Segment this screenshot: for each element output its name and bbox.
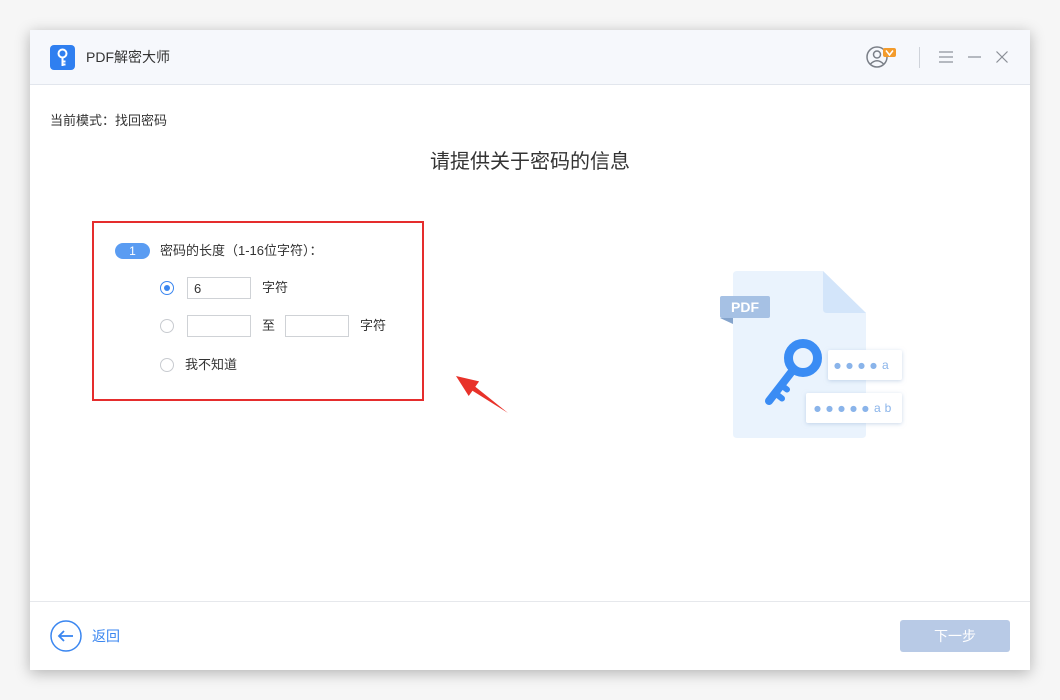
next-button[interactable]: 下一步	[900, 620, 1010, 652]
password-hint-chars: a	[882, 358, 889, 372]
app-title: PDF解密大师	[86, 49, 170, 65]
password-hint-chars: ab	[874, 401, 895, 415]
title-bar: PDF解密大师	[30, 30, 1030, 85]
annotation-arrow	[456, 376, 508, 413]
arrow-left-icon[interactable]	[50, 620, 82, 652]
range-separator: 至	[262, 318, 276, 333]
pdf-tag-label: PDF	[731, 299, 759, 315]
current-mode: 当前模式：找回密码	[50, 112, 167, 130]
key-icon	[50, 45, 75, 70]
range-from-input[interactable]	[187, 315, 251, 337]
password-hint-box: ●●●●● ab	[806, 393, 902, 423]
mode-value: 找回密码	[115, 113, 168, 128]
unknown-length-label[interactable]: 我不知道	[185, 356, 237, 374]
close-icon[interactable]	[996, 51, 1008, 63]
footer-divider	[30, 601, 1030, 602]
page-title: 请提供关于密码的信息	[430, 151, 630, 173]
back-button[interactable]: 返回	[92, 627, 120, 645]
radio-unknown-length[interactable]	[160, 358, 174, 372]
app-window: PDF解密大师 当前模式：找回密码 请提供关于密码的信息 1 密码的长度（1-1…	[30, 30, 1030, 670]
password-hint-mask: ●●●●●	[814, 404, 874, 413]
range-to-input[interactable]	[285, 315, 349, 337]
password-hint-box: ●●●● a	[828, 350, 902, 380]
radio-exact-length[interactable]	[160, 281, 174, 295]
titlebar-separator	[919, 47, 920, 68]
radio-length-range[interactable]	[160, 319, 174, 333]
mode-label: 当前模式：	[50, 113, 116, 128]
vip-badge-icon	[883, 48, 896, 57]
exact-length-input[interactable]	[187, 277, 251, 299]
menu-icon[interactable]	[939, 51, 953, 63]
pdf-password-illustration: PDF ●●●● a ●●●●● ab	[720, 271, 902, 438]
password-length-question: 密码的长度（1-16位字符）：	[160, 243, 323, 258]
exact-length-unit: 字符	[262, 280, 289, 295]
minimize-icon[interactable]	[968, 51, 981, 63]
user-icon[interactable]	[866, 45, 900, 69]
step-number-badge: 1	[115, 243, 150, 259]
password-length-section: 1 密码的长度（1-16位字符）： 字符 至 字符 我不知道	[92, 221, 424, 401]
password-hint-mask: ●●●●	[834, 361, 882, 370]
range-unit: 字符	[360, 318, 387, 333]
